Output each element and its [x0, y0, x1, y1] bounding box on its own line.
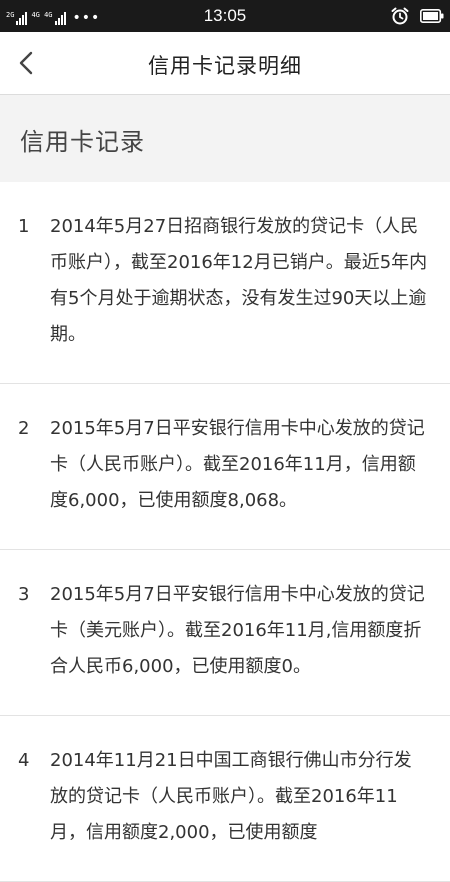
record-index: 3 — [18, 584, 30, 605]
section-title: 信用卡记录 — [20, 128, 145, 156]
record-text: 2015年5月7日平安银行信用卡中心发放的贷记卡（美元账户）。截至2016年11… — [50, 584, 425, 677]
alarm-icon — [391, 7, 409, 25]
list-item: 3 2015年5月7日平安银行信用卡中心发放的贷记卡（美元账户）。截至2016年… — [0, 550, 450, 716]
status-bar: 2G 4G 4G ••• 13:05 — [0, 0, 450, 32]
record-index: 2 — [18, 418, 30, 439]
record-text: 2014年5月27日招商银行发放的贷记卡（人民币账户），截至2016年12月已销… — [50, 216, 428, 345]
record-index: 1 — [18, 216, 30, 237]
battery-icon — [420, 9, 444, 23]
credit-card-record-list: 1 2014年5月27日招商银行发放的贷记卡（人民币账户），截至2016年12月… — [0, 182, 450, 882]
record-text: 2014年11月21日中国工商银行佛山市分行发放的贷记卡（人民币账户）。截至20… — [50, 750, 412, 843]
record-index: 4 — [18, 750, 30, 771]
list-item: 1 2014年5月27日招商银行发放的贷记卡（人民币账户），截至2016年12月… — [0, 182, 450, 384]
list-item: 2 2015年5月7日平安银行信用卡中心发放的贷记卡（人民币账户）。截至2016… — [0, 384, 450, 550]
list-item: 4 2014年11月21日中国工商银行佛山市分行发放的贷记卡（人民币账户）。截至… — [0, 716, 450, 882]
section-header: 信用卡记录 — [0, 95, 450, 182]
page-title: 信用卡记录明细 — [148, 54, 302, 78]
navigation-bar: 信用卡记录明细 — [0, 32, 450, 95]
record-text: 2015年5月7日平安银行信用卡中心发放的贷记卡（人民币账户）。截至2016年1… — [50, 418, 425, 511]
status-time: 13:05 — [203, 6, 247, 25]
